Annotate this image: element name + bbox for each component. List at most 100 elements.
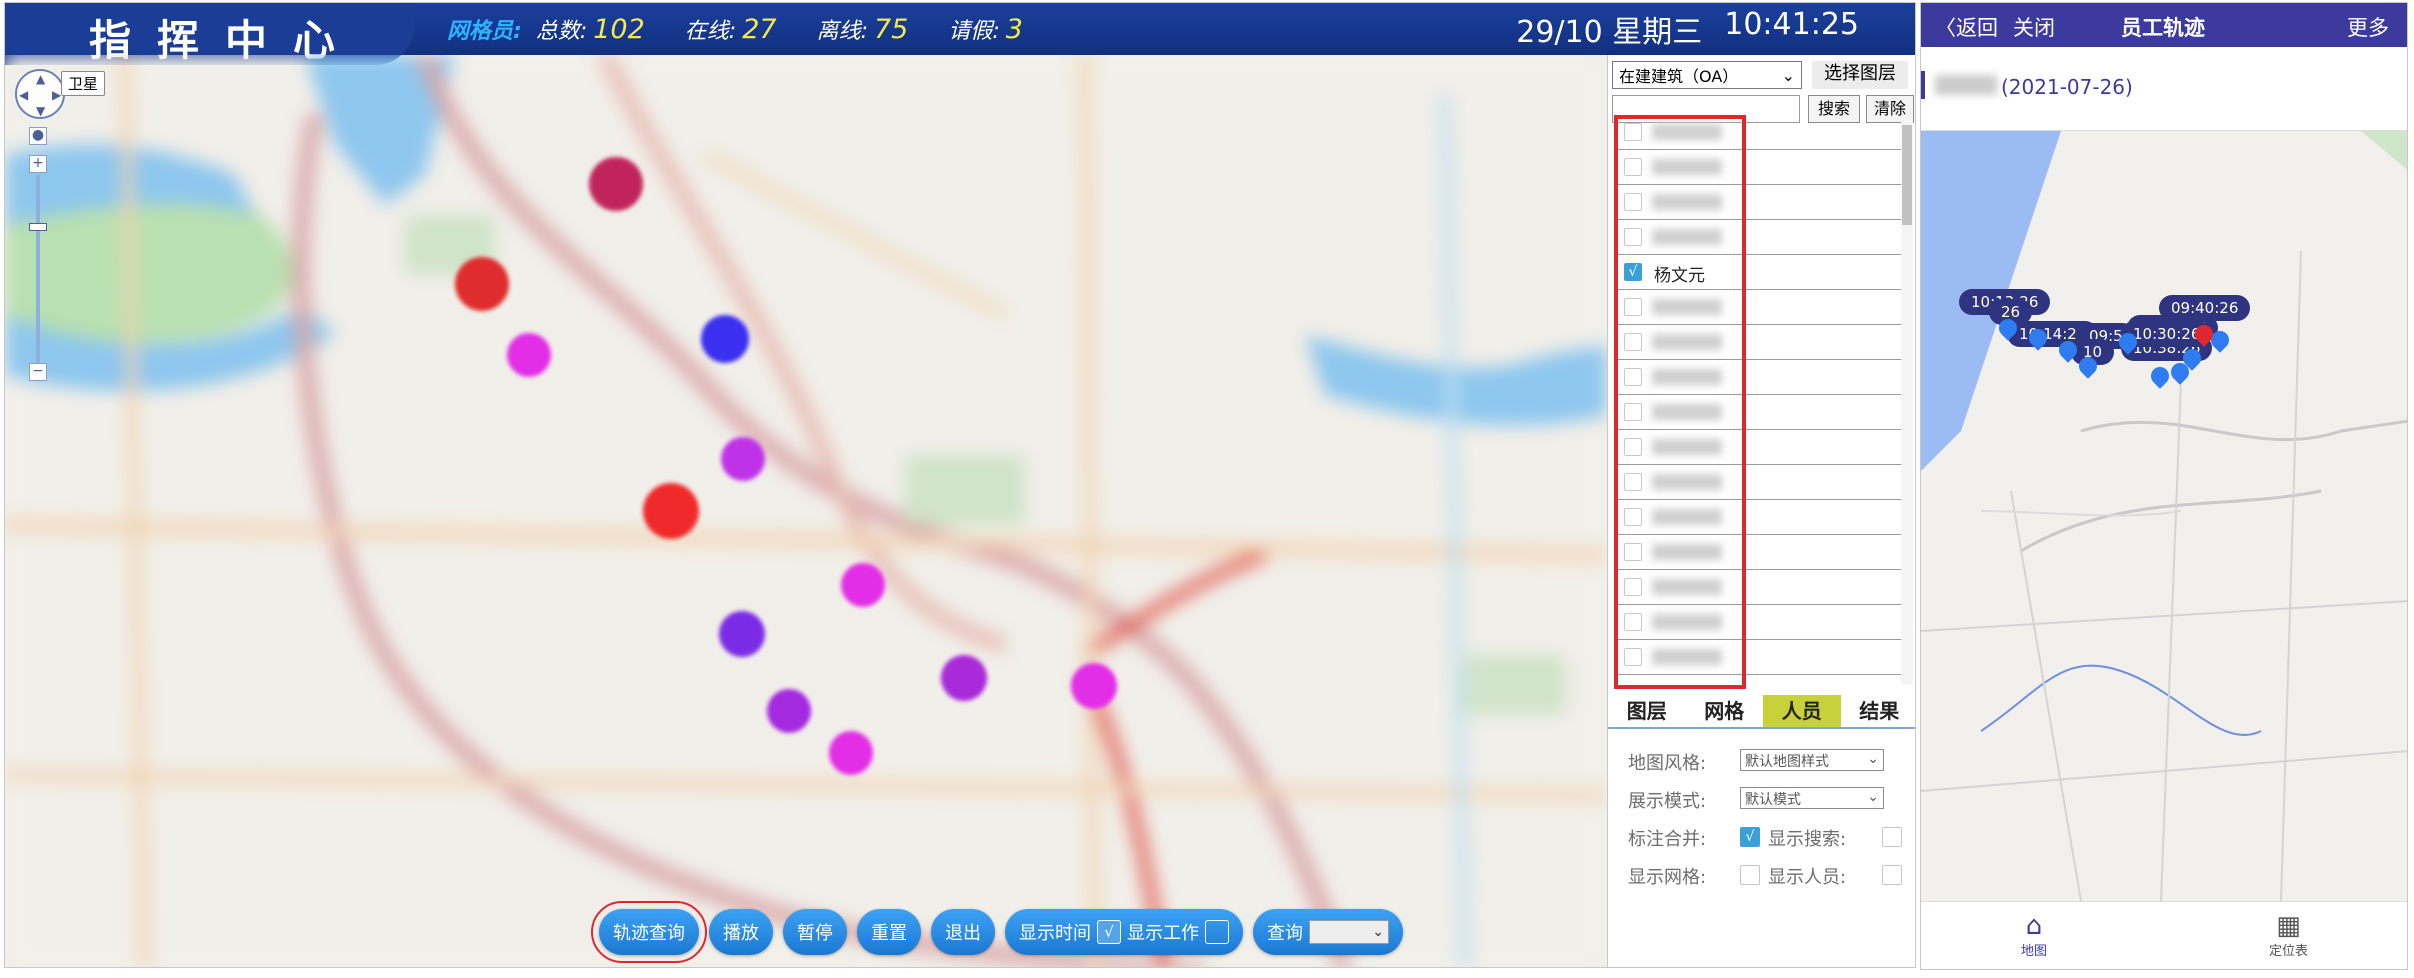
- display-mode-select[interactable]: 默认模式 ⌄: [1740, 787, 1884, 809]
- person-name-blurred: [1652, 369, 1722, 385]
- close-button[interactable]: 关闭: [2013, 12, 2055, 42]
- reset-button[interactable]: 重置: [857, 909, 921, 955]
- member-marker[interactable]: [721, 437, 765, 481]
- member-marker[interactable]: [701, 315, 749, 363]
- person-checkbox[interactable]: [1624, 228, 1642, 246]
- member-marker[interactable]: [841, 563, 885, 607]
- show-person-checkbox[interactable]: [1882, 865, 1902, 885]
- online-label: 在线:: [684, 19, 737, 44]
- person-checkbox[interactable]: [1624, 158, 1642, 176]
- person-row[interactable]: [1614, 570, 1908, 605]
- person-name-blurred: [1652, 124, 1722, 140]
- person-row[interactable]: [1614, 185, 1908, 220]
- person-row[interactable]: [1614, 605, 1908, 640]
- member-marker[interactable]: [643, 483, 699, 539]
- map-pan-control[interactable]: ▲ ▼ ◀ ▶: [15, 69, 65, 119]
- chevron-down-icon: ⌄: [1372, 924, 1384, 940]
- zoom-in-button[interactable]: +: [29, 155, 47, 173]
- back-button[interactable]: 〈返回: [1935, 12, 1998, 42]
- query-button[interactable]: 查询: [1267, 919, 1303, 945]
- person-row[interactable]: [1614, 640, 1908, 675]
- layer-select[interactable]: 在建建筑（OA） ⌄: [1612, 61, 1802, 89]
- offline-label: 离线:: [816, 19, 868, 44]
- tab-3[interactable]: 结果: [1841, 695, 1916, 727]
- person-row[interactable]: [1614, 360, 1908, 395]
- show-time-checkbox[interactable]: √: [1097, 920, 1121, 944]
- person-checkbox[interactable]: [1624, 403, 1642, 421]
- grid-icon: ▦: [2276, 911, 2301, 941]
- person-row[interactable]: [1614, 150, 1908, 185]
- person-checkbox[interactable]: [1624, 613, 1642, 631]
- person-row[interactable]: [1614, 115, 1908, 150]
- person-checkbox[interactable]: [1624, 508, 1642, 526]
- person-row[interactable]: [1614, 535, 1908, 570]
- pan-right-icon[interactable]: ▶: [52, 88, 61, 102]
- phone-map[interactable]: 10:13:262610:14:2609:51009:58:27609:40:2…: [1921, 131, 2407, 901]
- person-checkbox[interactable]: [1624, 298, 1642, 316]
- merge-checkbox[interactable]: √: [1740, 827, 1760, 847]
- person-row[interactable]: [1614, 430, 1908, 465]
- pan-left-icon[interactable]: ◀: [19, 88, 28, 102]
- member-marker[interactable]: [719, 611, 765, 657]
- scrollbar-thumb[interactable]: [1902, 125, 1912, 225]
- person-checkbox[interactable]: [1624, 193, 1642, 211]
- show-work-checkbox[interactable]: [1205, 920, 1229, 944]
- show-search-checkbox[interactable]: [1882, 827, 1902, 847]
- member-marker[interactable]: [1071, 663, 1117, 709]
- person-row[interactable]: [1614, 220, 1908, 255]
- person-name-blurred: [1652, 439, 1722, 455]
- person-checkbox[interactable]: [1624, 473, 1642, 491]
- person-checkbox[interactable]: [1624, 438, 1642, 456]
- nav-locate-label: 定位表: [2269, 944, 2309, 959]
- person-row[interactable]: [1614, 290, 1908, 325]
- choose-layer-button[interactable]: 选择图层: [1812, 61, 1908, 89]
- member-marker[interactable]: [589, 157, 643, 211]
- person-checkbox[interactable]: [1624, 333, 1642, 351]
- zoom-control[interactable]: ● + −: [29, 127, 47, 387]
- member-marker[interactable]: [941, 655, 987, 701]
- track-query-button[interactable]: 轨迹查询: [591, 901, 707, 963]
- person-checkbox[interactable]: [1624, 578, 1642, 596]
- zoom-track[interactable]: [36, 175, 40, 371]
- exit-button[interactable]: 退出: [931, 909, 995, 955]
- member-marker[interactable]: [767, 689, 811, 733]
- nav-locate[interactable]: ▦ 定位表: [2269, 912, 2308, 959]
- member-marker[interactable]: [455, 257, 509, 311]
- query-select[interactable]: ⌄: [1309, 920, 1389, 944]
- chevron-down-icon: ⌄: [1867, 751, 1879, 767]
- track-toolbar: 轨迹查询 播放 暂停 重置 退出 显示时间 √ 显示工作 查询 ⌄: [591, 901, 1403, 963]
- person-row[interactable]: [1614, 500, 1908, 535]
- satellite-toggle[interactable]: 卫星: [61, 71, 106, 96]
- tab-0[interactable]: 图层: [1608, 695, 1686, 727]
- nav-map[interactable]: ⌂ 地图: [2021, 912, 2047, 959]
- person-checkbox[interactable]: [1624, 368, 1642, 386]
- zoom-out-button[interactable]: −: [29, 363, 47, 381]
- map-view[interactable]: ▲ ▼ ◀ ▶ 卫星 ● + −: [5, 55, 1607, 967]
- pause-button[interactable]: 暂停: [783, 909, 847, 955]
- person-row[interactable]: [1614, 395, 1908, 430]
- person-checkbox[interactable]: [1624, 543, 1642, 561]
- member-marker[interactable]: [507, 333, 551, 377]
- person-name-blurred: [1652, 404, 1722, 420]
- more-button[interactable]: 更多: [2347, 12, 2389, 42]
- play-button[interactable]: 播放: [709, 909, 773, 955]
- member-marker[interactable]: [829, 731, 873, 775]
- person-checkbox[interactable]: [1624, 123, 1642, 141]
- top-bar: 指挥中心 网格员: 总数: 102 在线: 27 离线: 75 请假: 3 29…: [5, 3, 1915, 65]
- person-row[interactable]: [1614, 465, 1908, 500]
- person-name-blurred: [1652, 649, 1722, 665]
- person-row[interactable]: √ 杨文元: [1614, 255, 1908, 290]
- locate-icon[interactable]: ●: [29, 127, 47, 145]
- pan-down-icon[interactable]: ▼: [36, 104, 45, 118]
- pan-up-icon[interactable]: ▲: [36, 72, 45, 86]
- person-list-scrollbar[interactable]: [1901, 119, 1913, 685]
- zoom-thumb[interactable]: [29, 223, 47, 231]
- person-checkbox[interactable]: √: [1624, 263, 1642, 281]
- tab-1[interactable]: 网格: [1686, 695, 1764, 727]
- person-row[interactable]: [1614, 325, 1908, 360]
- person-name-blurred: [1652, 579, 1722, 595]
- show-grid-checkbox[interactable]: [1740, 865, 1760, 885]
- map-style-select[interactable]: 默认地图样式 ⌄: [1740, 749, 1884, 771]
- tab-2[interactable]: 人员: [1763, 695, 1841, 727]
- person-checkbox[interactable]: [1624, 648, 1642, 666]
